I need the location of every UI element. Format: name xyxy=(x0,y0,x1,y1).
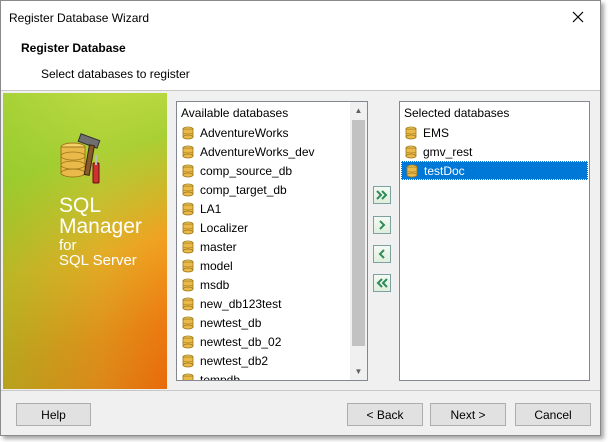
database-icon xyxy=(182,126,194,139)
selected-databases-items: EMS gmv_rest testDoc xyxy=(401,123,588,180)
database-icon xyxy=(182,164,194,177)
chevron-left-icon xyxy=(378,249,385,259)
scroll-thumb[interactable] xyxy=(352,120,365,346)
list-item[interactable]: new_db123test xyxy=(178,294,350,313)
cancel-button[interactable]: Cancel xyxy=(515,403,591,426)
database-icon xyxy=(182,259,194,272)
list-item-label: comp_source_db xyxy=(200,163,293,178)
available-databases-header: Available databases xyxy=(181,106,289,120)
list-item[interactable]: AdventureWorks xyxy=(178,123,350,142)
page-subtitle: Select databases to register xyxy=(41,67,190,81)
list-item[interactable]: tempdb xyxy=(178,370,350,381)
database-icon xyxy=(182,183,194,196)
list-item[interactable]: Localizer xyxy=(178,218,350,237)
list-item-label: EMS xyxy=(423,125,450,140)
database-icon xyxy=(182,145,194,158)
title-bar: Register Database Wizard xyxy=(1,1,600,33)
list-item[interactable]: comp_target_db xyxy=(178,180,350,199)
scroll-up-icon[interactable]: ▲ xyxy=(350,102,367,119)
page-title: Register Database xyxy=(21,41,126,55)
add-button[interactable] xyxy=(373,216,391,234)
help-button-label: Help xyxy=(41,407,66,422)
list-item[interactable]: comp_source_db xyxy=(178,161,350,180)
database-icon xyxy=(182,297,194,310)
list-item[interactable]: EMS xyxy=(401,123,588,142)
database-icon xyxy=(405,145,417,158)
window-title: Register Database Wizard xyxy=(9,11,150,25)
product-banner: SQL Manager for SQL Server xyxy=(3,93,167,389)
database-icon xyxy=(182,354,194,367)
available-list-scrollbar[interactable]: ▲ ▼ xyxy=(350,102,367,380)
database-icon xyxy=(182,373,194,380)
back-button-label: < Back xyxy=(366,407,404,422)
cancel-button-label: Cancel xyxy=(534,407,572,422)
database-icon xyxy=(405,126,417,139)
list-item-label: AdventureWorks_dev xyxy=(200,144,315,159)
help-button[interactable]: Help xyxy=(16,403,91,426)
list-item[interactable]: newtest_db2 xyxy=(178,351,350,370)
wizard-footer: Help < Back Next > Cancel xyxy=(1,390,600,435)
product-name: SQL Manager for SQL Server xyxy=(59,194,142,269)
register-database-wizard-window: Register Database Wizard Register Databa… xyxy=(0,0,601,436)
next-button-label: Next > xyxy=(450,407,486,422)
list-item-label: newtest_db2 xyxy=(200,353,269,368)
available-databases-list[interactable]: Available databases AdventureWorks Advent… xyxy=(176,101,368,381)
list-item[interactable]: master xyxy=(178,237,350,256)
available-databases-items: AdventureWorks AdventureWorks_dev comp_sou… xyxy=(178,123,350,381)
list-item-label: LA1 xyxy=(200,201,222,216)
add-all-button[interactable] xyxy=(373,186,391,204)
scroll-down-icon[interactable]: ▼ xyxy=(350,363,367,380)
list-item-label: comp_target_db xyxy=(200,182,287,197)
database-icon xyxy=(182,202,194,215)
database-icon xyxy=(182,316,194,329)
database-icon xyxy=(182,240,194,253)
close-icon xyxy=(572,11,584,23)
double-chevron-left-icon xyxy=(376,278,388,288)
selected-databases-header: Selected databases xyxy=(404,106,510,120)
database-icon xyxy=(182,221,194,234)
list-item-label: gmv_rest xyxy=(423,144,473,159)
remove-all-button[interactable] xyxy=(373,274,391,292)
list-item-label: model xyxy=(200,258,233,273)
list-item-label: AdventureWorks xyxy=(200,125,289,140)
list-item-label: newtest_db_02 xyxy=(200,334,282,349)
list-item-label: Localizer xyxy=(200,220,249,235)
next-button[interactable]: Next > xyxy=(430,403,506,426)
database-icon xyxy=(182,335,194,348)
remove-button[interactable] xyxy=(373,245,391,263)
chevron-right-icon xyxy=(379,220,386,230)
list-item[interactable]: newtest_db_02 xyxy=(178,332,350,351)
list-item-label: newtest_db xyxy=(200,315,262,330)
list-item[interactable]: newtest_db xyxy=(178,313,350,332)
sql-manager-logo-icon xyxy=(60,133,101,184)
database-icon xyxy=(182,278,194,291)
list-item[interactable]: gmv_rest xyxy=(401,142,588,161)
double-chevron-right-icon xyxy=(376,190,388,200)
list-item[interactable]: AdventureWorks_dev xyxy=(178,142,350,161)
list-item-label: master xyxy=(200,239,237,254)
list-item-label: tempdb xyxy=(200,372,241,381)
back-button[interactable]: < Back xyxy=(347,403,423,426)
list-item[interactable]: testDoc xyxy=(401,161,588,180)
list-item[interactable]: model xyxy=(178,256,350,275)
list-item[interactable]: LA1 xyxy=(178,199,350,218)
database-icon xyxy=(406,164,418,177)
close-button[interactable] xyxy=(556,1,600,33)
wizard-header: Register Database Select databases to re… xyxy=(1,33,600,91)
list-item-label: msdb xyxy=(200,277,230,292)
list-item-label: new_db123test xyxy=(200,296,282,311)
list-item-label: testDoc xyxy=(424,163,465,178)
selected-databases-list[interactable]: Selected databases EMS gmv_rest testDoc xyxy=(399,101,590,381)
list-item[interactable]: msdb xyxy=(178,275,350,294)
